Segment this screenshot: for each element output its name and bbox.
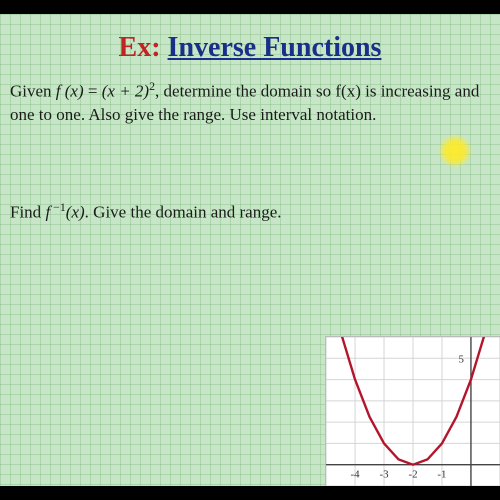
find-exp: −1 bbox=[50, 200, 66, 214]
find-statement: Find f −1(x). Give the domain and range. bbox=[10, 199, 490, 225]
fx: f (x) bbox=[56, 82, 84, 101]
title-ex: Ex: bbox=[119, 32, 161, 63]
slide: Ex: Inverse Functions Given f (x) = (x +… bbox=[0, 14, 500, 486]
svg-text:-1: -1 bbox=[437, 469, 446, 481]
title-subject: Inverse Functions bbox=[168, 32, 382, 63]
parabola-chart: -4 -3 -2 -1 5 bbox=[326, 337, 500, 486]
find-prefix: Find bbox=[10, 202, 45, 221]
svg-text:5: 5 bbox=[459, 353, 465, 365]
graph-panel: -4 -3 -2 -1 5 bbox=[325, 336, 500, 486]
svg-text:-4: -4 bbox=[351, 469, 361, 481]
equals: = bbox=[84, 82, 102, 101]
svg-text:-2: -2 bbox=[408, 469, 417, 481]
problem-statement: Given f (x) = (x + 2)2, determine the do… bbox=[10, 78, 490, 127]
find-rest: . Give the domain and range. bbox=[85, 202, 282, 221]
given-prefix: Given bbox=[10, 82, 56, 101]
slide-title: Ex: Inverse Functions bbox=[10, 32, 490, 64]
find-arg: (x) bbox=[66, 202, 85, 221]
svg-text:-3: -3 bbox=[379, 469, 389, 481]
expr-base: (x + 2) bbox=[102, 82, 149, 101]
